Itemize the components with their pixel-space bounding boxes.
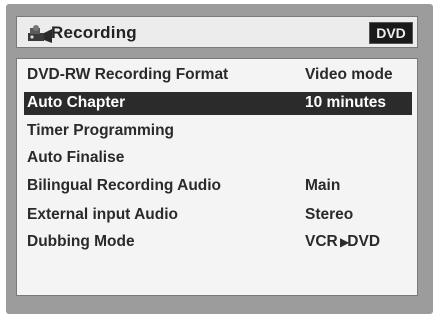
menu-item-label: Auto Chapter xyxy=(27,94,126,111)
menu-item-auto-chapter[interactable]: Auto Chapter 10 minutes xyxy=(24,92,412,115)
menu-item-value: 10 minutes xyxy=(305,94,386,111)
recording-menu-icon xyxy=(28,25,52,43)
menu-item-auto-finalise[interactable]: Auto Finalise xyxy=(24,147,412,170)
menu-item-dubbing-mode[interactable]: Dubbing Mode VCR ▶DVD xyxy=(24,231,412,254)
dvd-mode-badge: DVD xyxy=(369,22,413,44)
menu-item-label: External input Audio xyxy=(27,206,178,223)
menu-item-dvd-rw-recording-format[interactable]: DVD-RW Recording Format Video mode xyxy=(24,64,412,87)
dubbing-target: DVD xyxy=(347,233,381,250)
dubbing-direction-value: VCR ▶DVD xyxy=(305,233,380,251)
menu-item-label: Timer Programming xyxy=(27,122,175,139)
menu-item-value: Video mode xyxy=(305,66,393,83)
menu-item-label: Dubbing Mode xyxy=(27,233,135,250)
menu-item-bilingual-recording-audio[interactable]: Bilingual Recording Audio Main xyxy=(24,175,412,198)
settings-panel: DVD-RW Recording Format Video mode Auto … xyxy=(16,58,418,296)
menu-item-label: DVD-RW Recording Format xyxy=(27,66,229,83)
menu-item-value: Main xyxy=(305,177,341,194)
menu-item-label: Auto Finalise xyxy=(27,149,125,166)
menu-item-label: Bilingual Recording Audio xyxy=(27,177,222,194)
dubbing-source: VCR xyxy=(305,233,338,250)
menu-item-external-input-audio[interactable]: External input Audio Stereo xyxy=(24,204,412,227)
menu-item-timer-programming[interactable]: Timer Programming xyxy=(24,120,412,143)
menu-header: Recording DVD xyxy=(16,16,418,48)
menu-title: Recording xyxy=(51,23,137,42)
menu-item-value: Stereo xyxy=(305,206,354,223)
